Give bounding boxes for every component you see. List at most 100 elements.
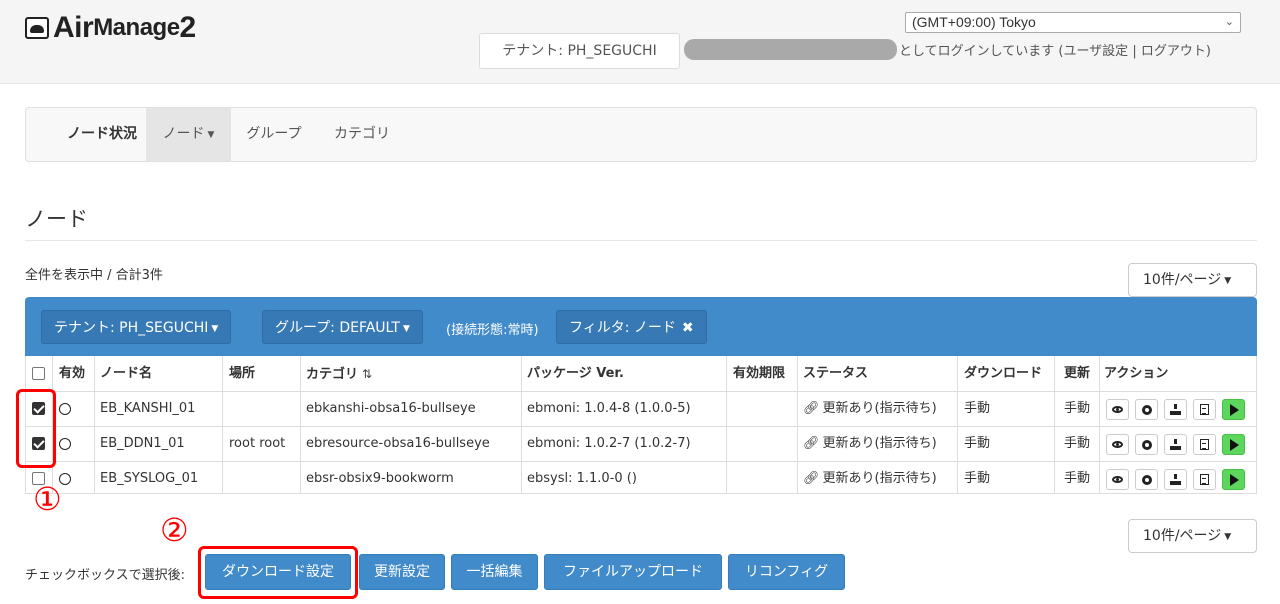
download-button[interactable] (1164, 469, 1187, 490)
title-divider (25, 240, 1257, 241)
caret-down-icon: ▼ (1224, 532, 1232, 542)
download-icon (1170, 439, 1181, 450)
node-name[interactable]: EB_SYSLOG_01 (100, 462, 198, 496)
tab-categories[interactable]: カテゴリ (317, 108, 407, 161)
cloud-icon (25, 17, 49, 39)
node-filter-chip[interactable]: フィルタ: ノード ✖ (556, 310, 707, 344)
log-button[interactable] (1193, 399, 1216, 420)
node-location: root root (229, 436, 286, 451)
tenant-badge: テナント: PH_SEGUCHI (479, 33, 680, 69)
gear-icon (1141, 404, 1152, 415)
node-package: ebmoni: 1.0.2-7 (1.0.2-7) (527, 436, 691, 451)
tab-label: カテゴリ (334, 126, 390, 142)
tab-nodes[interactable]: ノード ▼ (146, 108, 231, 161)
view-button[interactable] (1106, 434, 1129, 455)
status-text: 更新あり(指示待ち) (822, 471, 937, 486)
header-node-name[interactable]: ノード名 (100, 356, 152, 392)
document-icon (1200, 404, 1209, 415)
view-button[interactable] (1106, 399, 1129, 420)
annotation-marker-1: ① (33, 480, 62, 518)
annotation-marker-2: ② (160, 511, 189, 549)
node-package: ebsysl: 1.1.0-0 () (527, 471, 637, 486)
close-paren: ) (1205, 44, 1211, 59)
link-icon: 🔗︎ (803, 436, 820, 451)
log-button[interactable] (1193, 434, 1216, 455)
link-icon: 🔗︎ (803, 401, 820, 416)
close-icon[interactable]: ✖ (682, 320, 694, 336)
reconfig-button[interactable]: リコンフィグ (728, 554, 845, 590)
result-count: 全件を表示中 / 合計3件 (25, 268, 163, 283)
node-update: 手動 (1064, 471, 1091, 486)
timezone-select[interactable]: (GMT+09:00) Tokyo ⌄ (905, 12, 1241, 33)
settings-button[interactable] (1135, 399, 1158, 420)
group-filter-label: グループ: DEFAULT (275, 320, 400, 336)
download-button[interactable] (1164, 434, 1187, 455)
run-button[interactable] (1222, 399, 1245, 420)
node-status: 🔗︎ 更新あり(指示待ち) (803, 427, 937, 461)
node-category: ebsr-obsix9-bookworm (306, 471, 454, 486)
connection-mode-text: (接続形態:常時) (446, 323, 539, 338)
update-settings-button[interactable]: 更新設定 (359, 554, 445, 590)
highlight-download-settings (198, 546, 358, 599)
enabled-circle-icon (59, 403, 71, 415)
tenant-filter-label: テナント: PH_SEGUCHI (54, 320, 209, 336)
caret-down-icon: ▼ (402, 324, 410, 334)
tab-label: グループ (246, 126, 302, 142)
app-logo[interactable]: Air Manage 2 (25, 11, 196, 45)
sort-icon[interactable]: ⇅ (362, 356, 372, 392)
per-page-select-top[interactable]: 10件/ページ ▼ (1128, 263, 1257, 297)
node-name[interactable]: EB_DDN1_01 (100, 427, 185, 461)
login-status-text: としてログインしています ( (899, 44, 1064, 59)
node-package: ebmoni: 1.0.4-8 (1.0.0-5) (527, 401, 691, 416)
log-button[interactable] (1193, 469, 1216, 490)
header-update: 更新 (1064, 366, 1091, 381)
bulk-action-label: チェックボックスで選択後: (25, 568, 185, 583)
header-download: ダウンロード (964, 366, 1043, 381)
username-redacted (684, 39, 897, 60)
node-name[interactable]: EB_KANSHI_01 (100, 392, 195, 426)
user-settings-link[interactable]: ユーザ設定 (1063, 44, 1128, 59)
view-button[interactable] (1106, 469, 1129, 490)
table-row: EB_DDN1_01 root root ebresource-obsa16-b… (26, 427, 1256, 461)
settings-button[interactable] (1135, 434, 1158, 455)
header-category-cell[interactable]: カテゴリ ⇅ (306, 356, 372, 392)
highlight-checkboxes (16, 389, 56, 468)
download-button[interactable] (1164, 399, 1187, 420)
caret-down-icon: ▼ (211, 324, 219, 334)
status-text: 更新あり(指示待ち) (822, 436, 937, 451)
select-all-checkbox[interactable] (32, 367, 45, 380)
logout-link[interactable]: ログアウト (1141, 44, 1206, 59)
node-download: 手動 (964, 471, 991, 486)
header-status[interactable]: ステータス (803, 356, 868, 392)
caret-down-icon: ▼ (1224, 276, 1232, 286)
header-action: アクション (1104, 366, 1169, 381)
node-update: 手動 (1064, 401, 1091, 416)
enabled-circle-icon (59, 438, 71, 450)
logo-manage: Manage (93, 14, 180, 41)
file-upload-button[interactable]: ファイルアップロード (544, 554, 722, 590)
play-icon (1230, 473, 1239, 486)
download-icon (1170, 474, 1181, 485)
node-filter-label: フィルタ: ノード (569, 320, 676, 336)
eye-icon (1112, 441, 1123, 448)
header-expiry[interactable]: 有効期限 (733, 356, 785, 392)
bulk-edit-button[interactable]: 一括編集 (451, 554, 538, 590)
document-icon (1200, 474, 1209, 485)
per-page-select-bottom[interactable]: 10件/ページ ▼ (1128, 519, 1257, 553)
tab-groups[interactable]: グループ (231, 108, 317, 161)
header-location[interactable]: 場所 (229, 356, 255, 392)
header-package[interactable]: パッケージ Ver. (527, 356, 624, 392)
eye-icon (1112, 406, 1123, 413)
gear-icon (1141, 474, 1152, 485)
caret-down-icon: ▼ (207, 130, 215, 140)
run-button[interactable] (1222, 469, 1245, 490)
node-category: ebresource-obsa16-bullseye (306, 436, 490, 451)
run-button[interactable] (1222, 434, 1245, 455)
tenant-filter-dropdown[interactable]: テナント: PH_SEGUCHI ▼ (41, 310, 232, 344)
group-filter-dropdown[interactable]: グループ: DEFAULT ▼ (262, 310, 423, 344)
settings-button[interactable] (1135, 469, 1158, 490)
nodes-table: 有効 ノード名 場所 カテゴリ ⇅ パッケージ Ver. 有効期限 ステータス ダ… (25, 356, 1257, 494)
node-status: 🔗︎ 更新あり(指示待ち) (803, 392, 937, 426)
tab-node-status[interactable]: ノード状況 (43, 108, 161, 161)
status-text: 更新あり(指示待ち) (822, 401, 937, 416)
